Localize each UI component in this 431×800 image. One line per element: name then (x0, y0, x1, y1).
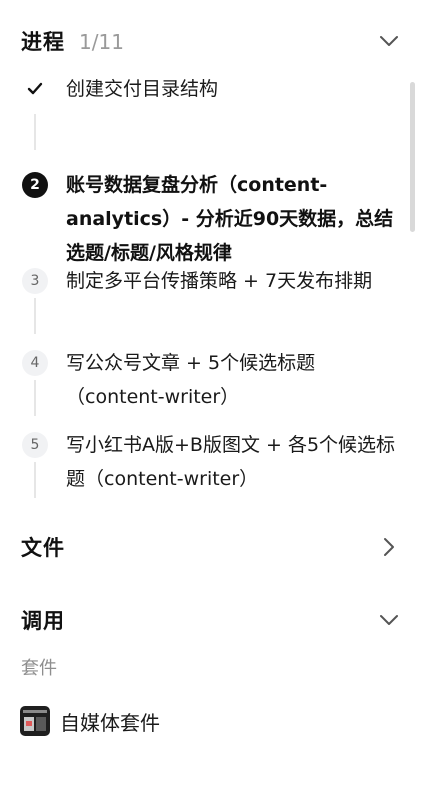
step-text: 写公众号文章 + 5个候选标题（content-writer） (66, 352, 316, 408)
suite-label: 套件 (21, 658, 57, 679)
progress-step-list: 创建交付目录结构 2 账号数据复盘分析（content-analytics）- … (20, 72, 402, 510)
suite-item[interactable]: 自媒体套件 (20, 706, 160, 736)
suite-name: 自媒体套件 (60, 710, 160, 735)
step-connector (34, 462, 36, 498)
step-number-badge: 4 (22, 350, 48, 376)
chevron-down-icon[interactable] (377, 29, 401, 53)
files-section-header[interactable]: 文件 (21, 527, 401, 567)
step-connector (34, 380, 36, 416)
media-suite-icon (20, 706, 50, 736)
files-title: 文件 (21, 536, 65, 560)
step-item[interactable]: 创建交付目录结构 (20, 72, 402, 168)
step-connector (34, 114, 36, 150)
step-text: 账号数据复盘分析（content-analytics）- 分析近90天数据，总结… (66, 174, 394, 264)
step-number-badge: 5 (22, 432, 48, 458)
progress-count: 1/11 (79, 30, 124, 54)
progress-title-group: 进程 1/11 (21, 26, 124, 56)
step-number-badge: 2 (22, 172, 48, 198)
step-item[interactable]: 4 写公众号文章 + 5个候选标题（content-writer） (20, 346, 402, 428)
step-text: 创建交付目录结构 (66, 78, 219, 100)
progress-section-header[interactable]: 进程 1/11 (21, 21, 401, 61)
step-text: 制定多平台传播策略 + 7天发布排期 (66, 270, 373, 292)
step-text: 写小红书A版+B版图文 + 各5个候选标题（content-writer） (66, 434, 396, 490)
step-connector (34, 298, 36, 334)
calls-title: 调用 (21, 609, 65, 633)
scrollbar-thumb[interactable] (410, 82, 415, 232)
step-number-badge: 3 (22, 268, 48, 294)
progress-title: 进程 (21, 30, 65, 54)
step-item[interactable]: 5 写小红书A版+B版图文 + 各5个候选标题（content-writer） (20, 428, 402, 510)
chevron-down-icon[interactable] (377, 608, 401, 632)
chevron-right-icon[interactable] (377, 535, 401, 559)
step-item[interactable]: 3 制定多平台传播策略 + 7天发布排期 (20, 264, 402, 346)
calls-section-header[interactable]: 调用 (21, 600, 401, 640)
step-item-active[interactable]: 2 账号数据复盘分析（content-analytics）- 分析近90天数据，… (20, 168, 402, 264)
check-icon (22, 76, 48, 102)
